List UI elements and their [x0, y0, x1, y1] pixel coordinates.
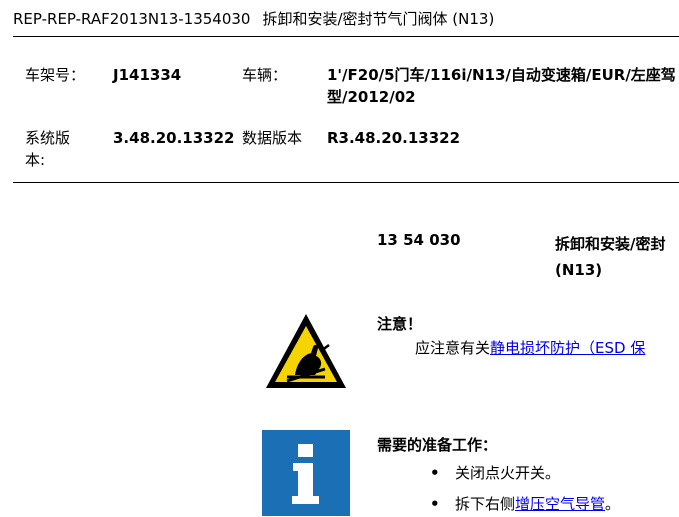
esd-warning-icon — [266, 314, 346, 388]
document-code: REP-REP-RAF2013N13-1354030 — [13, 10, 251, 28]
operation-number: 13 54 030 — [377, 231, 461, 249]
document-title: REP-REP-RAF2013N13-1354030 拆卸和安装/密封节气门阀体 … — [13, 8, 494, 29]
list-item-suffix: 。 — [605, 495, 621, 513]
list-item-text: 拆下右侧 — [455, 495, 516, 513]
system-version-label: 系统版本: — [25, 129, 71, 169]
list-item: • 关闭点火开关。 — [430, 462, 560, 483]
vehicle-label: 车辆： — [242, 66, 288, 84]
table-divider — [13, 182, 679, 183]
vehicle-value: 1'/F20/5门车/116i/N13/自动变速箱/EUR/左座驾型/2012/… — [327, 66, 676, 106]
note-title: 注意！ — [377, 315, 423, 333]
document-name: 拆卸和安装/密封节气门阀体 (N13) — [262, 10, 495, 28]
data-version-value: R3.48.20.13322 — [327, 129, 461, 147]
bullet-icon: • — [430, 464, 440, 482]
header-divider — [13, 36, 679, 37]
data-version-label: 数据版本 — [242, 129, 303, 147]
vin-label: 车架号： — [25, 66, 86, 84]
vin-value: J141334 — [113, 66, 182, 84]
operation-name-line1: 拆卸和安装/密封 — [555, 235, 666, 253]
operation-name: 拆卸和安装/密封 (N13) — [555, 231, 665, 283]
operation-name-line2: (N13) — [555, 261, 603, 279]
bullet-icon: • — [430, 495, 440, 513]
esd-protection-link[interactable]: 静电损坏防护（ESD 保 — [490, 339, 645, 357]
list-item: • 拆下右侧增压空气导管。 — [430, 493, 620, 514]
info-icon — [262, 430, 350, 516]
note-text-prefix: 应注意有关 — [415, 339, 491, 357]
charge-air-duct-link[interactable]: 增压空气导管 — [515, 495, 605, 513]
preparation-title: 需要的准备工作： — [377, 436, 498, 454]
list-item-text: 关闭点火开关。 — [455, 464, 561, 482]
note-text: 应注意有关静电损坏防护（ESD 保 — [415, 337, 645, 358]
system-version-value: 3.48.20.13322 — [113, 129, 235, 147]
